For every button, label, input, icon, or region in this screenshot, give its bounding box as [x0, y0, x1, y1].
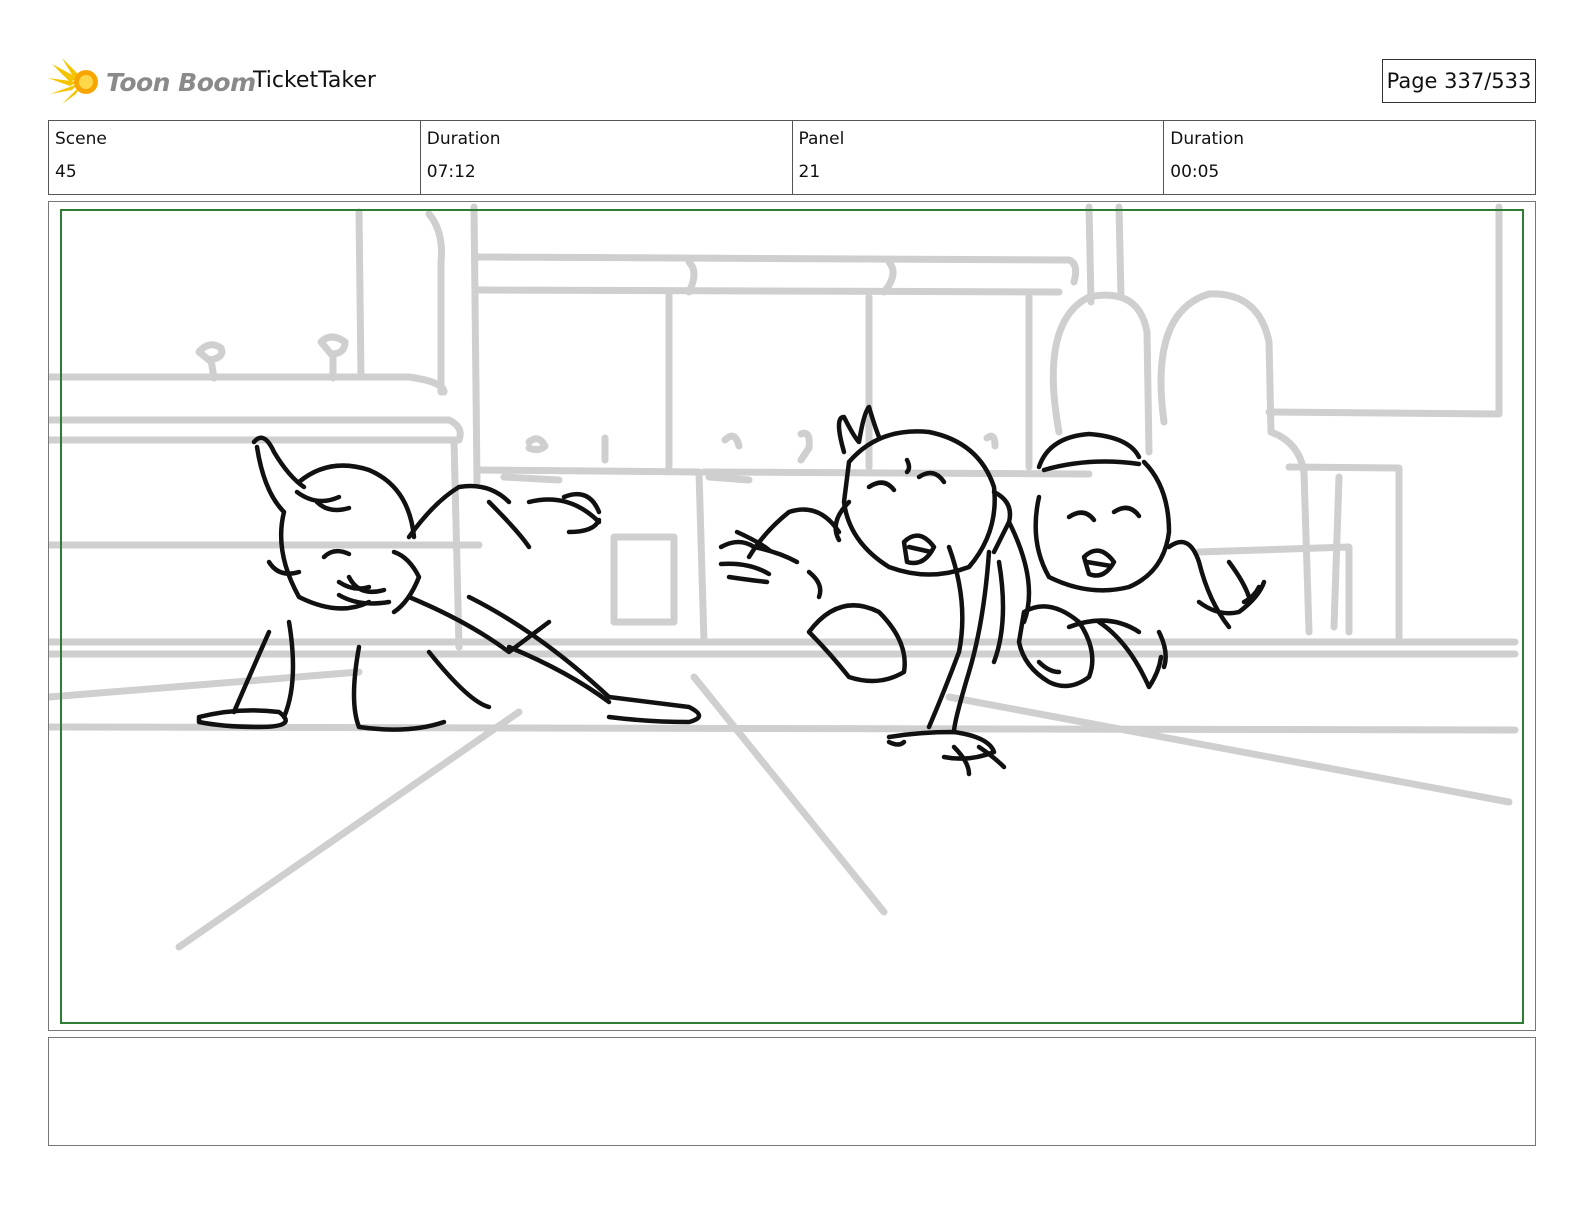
scene-duration-label: Duration — [426, 129, 501, 149]
toon-boom-logo: Toon Boom — [48, 56, 256, 108]
scene-duration-cell: Duration 07:12 — [421, 121, 793, 194]
panel-duration-cell: Duration 00:05 — [1164, 121, 1535, 194]
scene-value: 45 — [55, 162, 77, 182]
panel-duration-value: 00:05 — [1170, 162, 1220, 182]
panel-label: Panel — [798, 129, 845, 149]
logo-text: Toon Boom — [106, 67, 256, 97]
scene-label: Scene — [55, 129, 107, 149]
page-indicator: Page 337/533 — [1382, 59, 1536, 103]
panel-duration-label: Duration — [1170, 129, 1245, 149]
scene-cell: Scene 45 — [49, 121, 421, 194]
panel-cell: Panel 21 — [793, 121, 1165, 194]
scene-duration-value: 07:12 — [426, 162, 476, 182]
starburst-icon — [48, 58, 98, 104]
panel-notes — [48, 1037, 1536, 1146]
panel-value: 21 — [798, 162, 821, 182]
project-title: TicketTaker — [253, 68, 376, 93]
storyboard-header: Toon Boom TicketTaker Page 337/533 — [48, 52, 1536, 112]
safe-frame — [60, 209, 1524, 1024]
panel-info-table: Scene 45 Duration 07:12 Panel 21 Duratio… — [48, 120, 1536, 195]
